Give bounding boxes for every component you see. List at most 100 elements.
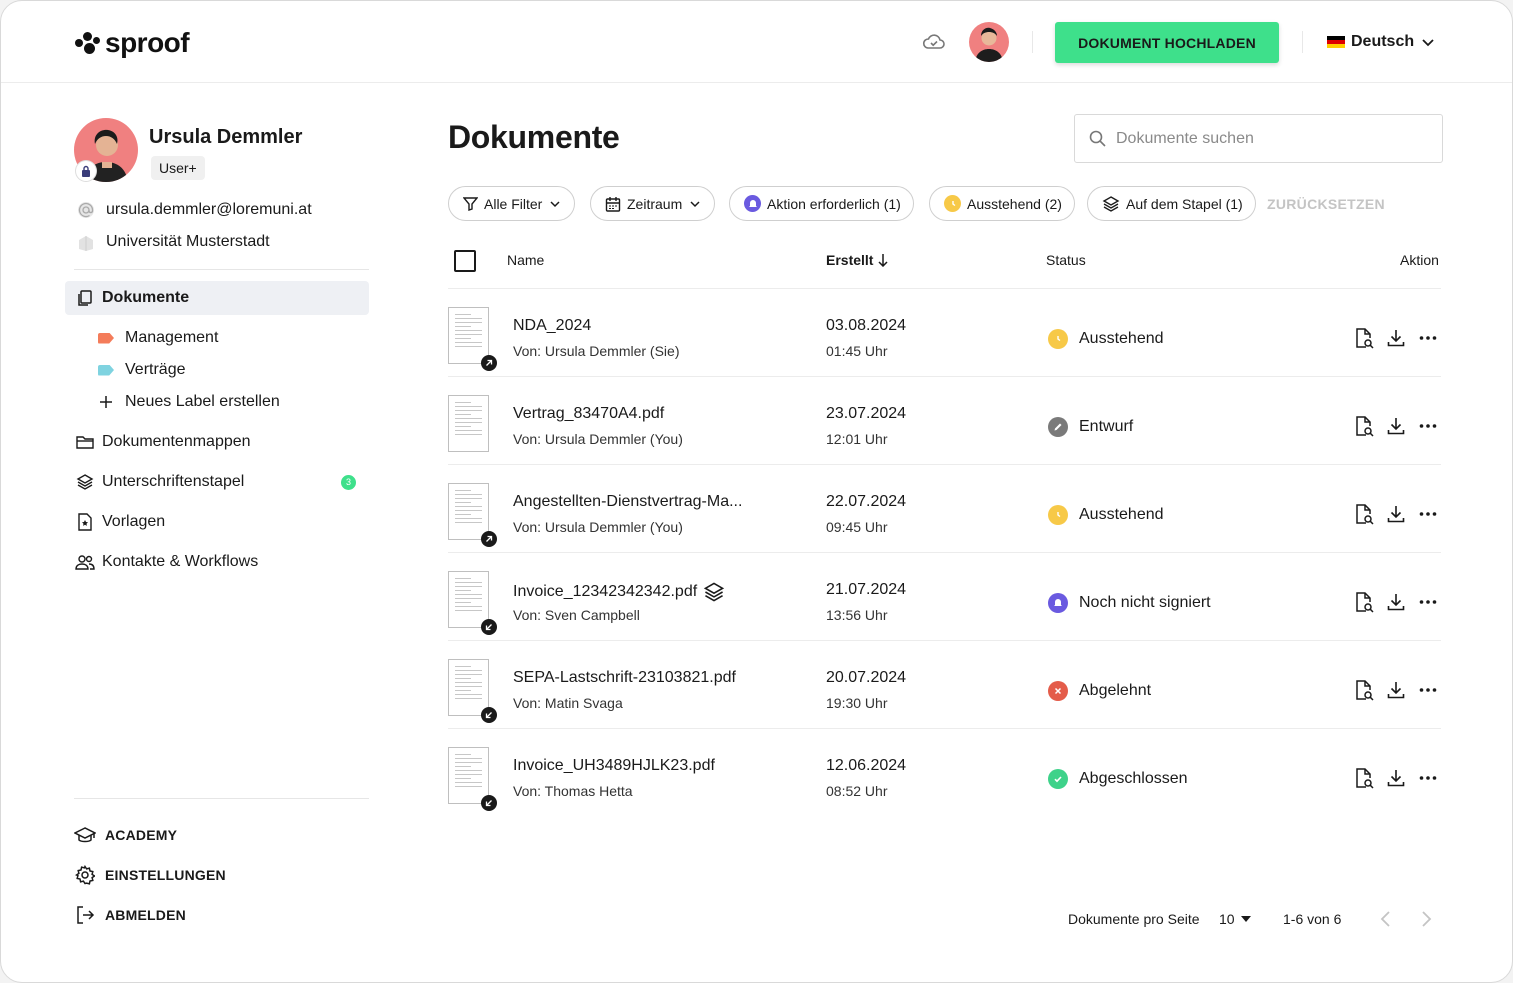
- next-page-icon[interactable]: [1418, 909, 1434, 929]
- filter-action-required-label: Aktion erforderlich (1): [767, 195, 901, 212]
- download-icon[interactable]: [1386, 327, 1406, 349]
- document-name[interactable]: SEPA-Lastschrift-23103821.pdf: [513, 669, 736, 687]
- document-name-text: Angestellten-Dienstvertrag-Ma...: [513, 493, 743, 510]
- table-row[interactable]: Angestellten-Dienstvertrag-Ma... Von: Urs…: [448, 464, 1441, 552]
- preview-document-icon[interactable]: [1354, 679, 1374, 701]
- more-options-icon[interactable]: [1418, 415, 1438, 437]
- reset-filters-button[interactable]: ZURÜCKSETZEN: [1267, 196, 1385, 212]
- settings-link[interactable]: EINSTELLUNGEN: [74, 864, 226, 886]
- filter-stack-button[interactable]: Auf dem Stapel (1): [1087, 186, 1256, 221]
- email-row: ursula.demmler@loremuni.at: [76, 200, 312, 220]
- document-thumbnail[interactable]: [448, 747, 489, 804]
- filter-period-label: Zeitraum: [627, 195, 683, 212]
- document-thumbnail[interactable]: [448, 571, 489, 628]
- more-options-icon[interactable]: [1418, 767, 1438, 789]
- document-name-text: Invoice_UH3489HJLK23.pdf: [513, 757, 715, 774]
- row-actions: [1354, 327, 1438, 349]
- status-badge: Ausstehend: [1048, 505, 1164, 525]
- document-date: 20.07.2024: [826, 669, 907, 686]
- language-selector[interactable]: Deutsch: [1327, 33, 1436, 51]
- document-name-text: Invoice_12342342342.pdf: [513, 583, 698, 600]
- clock-icon: [944, 195, 961, 212]
- document-thumbnail[interactable]: [448, 307, 489, 364]
- download-icon[interactable]: [1386, 591, 1406, 613]
- per-page-select[interactable]: 10: [1219, 911, 1251, 927]
- stack-count-badge: 3: [341, 475, 356, 490]
- more-options-icon[interactable]: [1418, 503, 1438, 525]
- table-row[interactable]: Invoice_UH3489HJLK23.pdf Von: Thomas Hett…: [448, 728, 1441, 816]
- filter-period-button[interactable]: Zeitraum: [590, 186, 716, 221]
- sidebar-item-vorlagen[interactable]: Vorlagen: [65, 505, 369, 539]
- preview-document-icon[interactable]: [1354, 591, 1374, 613]
- more-options-icon[interactable]: [1418, 679, 1438, 701]
- sidebar-item-dokumentenmappen[interactable]: Dokumentenmappen: [65, 425, 369, 459]
- organization-row: Universität Musterstadt: [76, 232, 270, 252]
- clock-icon: [1048, 505, 1068, 525]
- download-icon[interactable]: [1386, 503, 1406, 525]
- document-date: 21.07.2024: [826, 581, 907, 598]
- filter-pending-label: Ausstehend (2): [967, 195, 1062, 212]
- filter-all-button[interactable]: Alle Filter: [448, 186, 576, 221]
- document-time: 08:52 Uhr: [826, 783, 888, 799]
- column-header-status[interactable]: Status: [1046, 252, 1086, 268]
- document-thumbnail[interactable]: [448, 395, 489, 452]
- table-row[interactable]: Invoice_12342342342.pdf Von: Sven Campbel…: [448, 552, 1441, 640]
- sidebar-item-dokumente[interactable]: Dokumente: [65, 281, 369, 315]
- status-badge: Noch nicht signiert: [1048, 593, 1211, 613]
- incoming-arrow-icon: [481, 795, 497, 811]
- more-options-icon[interactable]: [1418, 591, 1438, 613]
- document-name[interactable]: Invoice_12342342342.pdf: [513, 581, 725, 603]
- download-icon[interactable]: [1386, 415, 1406, 437]
- document-name[interactable]: Invoice_UH3489HJLK23.pdf: [513, 757, 715, 775]
- label-management[interactable]: Management: [98, 329, 218, 347]
- status-label: Abgeschlossen: [1079, 770, 1188, 787]
- filter-action-required-button[interactable]: Aktion erforderlich (1): [729, 186, 914, 221]
- label-vertraege[interactable]: Verträge: [98, 361, 185, 379]
- sidebar-item-unterschriftenstapel[interactable]: Unterschriftenstapel: [65, 465, 369, 499]
- filter-pending-button[interactable]: Ausstehend (2): [929, 186, 1075, 221]
- previous-page-icon[interactable]: [1378, 909, 1394, 929]
- download-icon[interactable]: [1386, 679, 1406, 701]
- profile-name: Ursula Demmler: [149, 126, 303, 148]
- document-sender: Von: Ursula Demmler (Sie): [513, 343, 680, 359]
- preview-document-icon[interactable]: [1354, 327, 1374, 349]
- create-label-button[interactable]: Neues Label erstellen: [98, 393, 280, 411]
- table-row[interactable]: SEPA-Lastschrift-23103821.pdf Von: Matin …: [448, 640, 1441, 728]
- profile-email: ursula.demmler@loremuni.at: [106, 201, 312, 218]
- column-header-created[interactable]: Erstellt: [826, 252, 889, 268]
- bell-icon: [1048, 593, 1068, 613]
- preview-document-icon[interactable]: [1354, 503, 1374, 525]
- documents-icon: [75, 288, 95, 308]
- table-row[interactable]: Vertrag_83470A4.pdf Von: Ursula Demmler (…: [448, 376, 1441, 464]
- clock-icon: [1048, 329, 1068, 349]
- outgoing-arrow-icon: [481, 531, 497, 547]
- document-name[interactable]: Angestellten-Dienstvertrag-Ma...: [513, 493, 742, 511]
- document-thumbnail[interactable]: [448, 659, 489, 716]
- document-name-text: Vertrag_83470A4.pdf: [513, 405, 665, 422]
- status-label: Ausstehend: [1079, 330, 1164, 347]
- document-thumbnail[interactable]: [448, 483, 489, 540]
- x-icon: [1048, 681, 1068, 701]
- cloud-sync-icon[interactable]: [922, 32, 946, 52]
- search-box[interactable]: [1074, 114, 1443, 163]
- preview-document-icon[interactable]: [1354, 767, 1374, 789]
- user-avatar[interactable]: [969, 22, 1009, 62]
- preview-document-icon[interactable]: [1354, 415, 1374, 437]
- lock-icon: [76, 161, 96, 181]
- upload-document-button[interactable]: DOKUMENT HOCHLADEN: [1055, 22, 1279, 63]
- column-header-name[interactable]: Name: [507, 252, 544, 268]
- download-icon[interactable]: [1386, 767, 1406, 789]
- sidebar-item-kontakte-workflows[interactable]: Kontakte & Workflows: [65, 545, 369, 579]
- select-all-checkbox[interactable]: [454, 250, 476, 272]
- document-name[interactable]: NDA_2024: [513, 317, 591, 335]
- filter-icon: [463, 197, 478, 211]
- more-options-icon[interactable]: [1418, 327, 1438, 349]
- logout-link[interactable]: ABMELDEN: [74, 904, 186, 926]
- per-page-label: Dokumente pro Seite: [1068, 911, 1200, 927]
- tag-icon: [98, 364, 114, 376]
- academy-link[interactable]: ACADEMY: [74, 824, 177, 846]
- table-row[interactable]: NDA_2024 Von: Ursula Demmler (Sie) 03.08.2…: [448, 288, 1441, 376]
- document-name[interactable]: Vertrag_83470A4.pdf: [513, 405, 664, 423]
- logo[interactable]: sproof: [74, 27, 190, 59]
- search-input[interactable]: [1116, 129, 1416, 148]
